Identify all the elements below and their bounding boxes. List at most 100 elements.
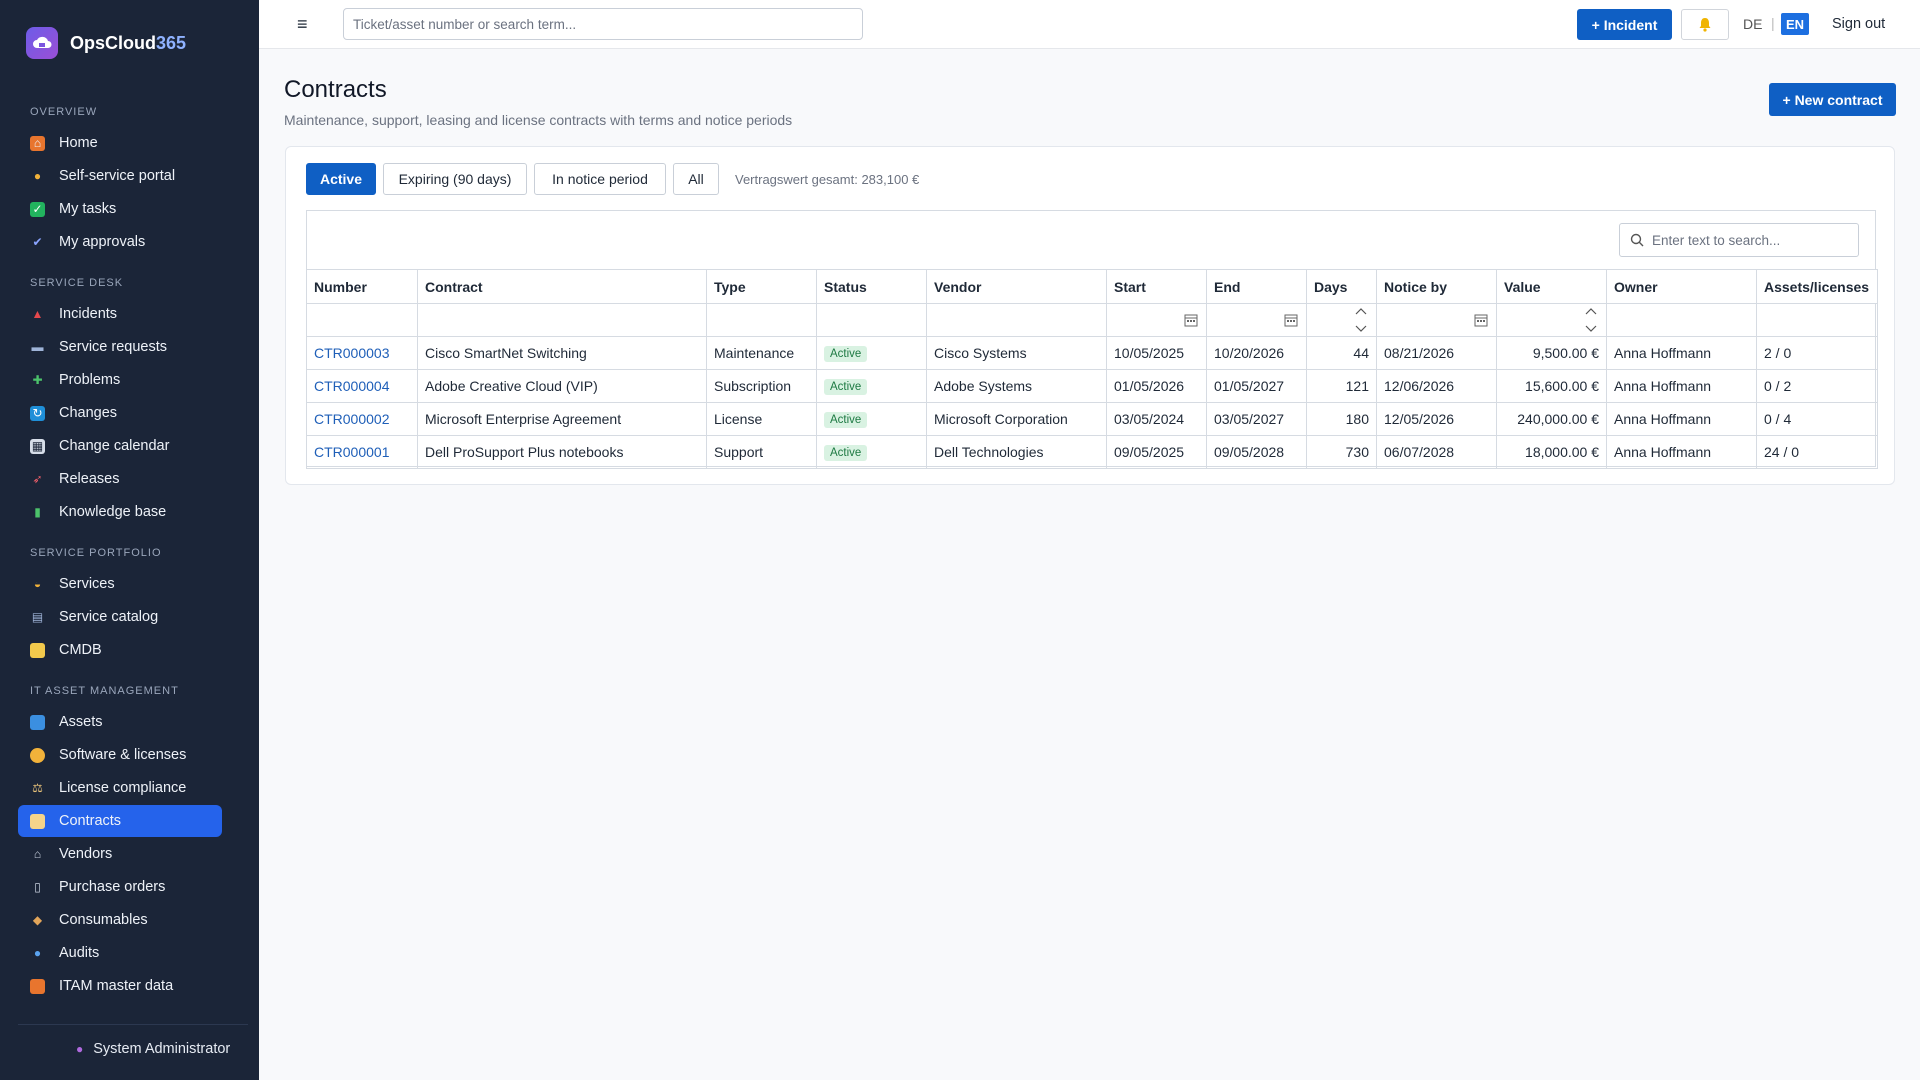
column-header-days[interactable]: Days xyxy=(1306,269,1377,304)
contract-name: Microsoft Enterprise Agreement xyxy=(417,402,707,436)
table-row[interactable]: CTR000002 Microsoft Enterprise Agreement… xyxy=(306,402,1878,436)
column-header-type[interactable]: Type xyxy=(706,269,817,304)
sidebar-item-purchase-orders[interactable]: ▯ Purchase orders xyxy=(18,871,222,903)
contract-value: 240,000.00 € xyxy=(1496,402,1607,436)
sidebar-item-home[interactable]: ⌂ Home xyxy=(18,127,222,159)
column-header-value[interactable]: Value xyxy=(1496,269,1607,304)
column-header-notice-by[interactable]: Notice by xyxy=(1376,269,1497,304)
sidebar-item-vendors[interactable]: ⌂ Vendors xyxy=(18,838,222,870)
status-badge: Active xyxy=(824,445,868,461)
contract-number-link[interactable]: CTR000003 xyxy=(314,345,390,361)
new-incident-button[interactable]: + Incident xyxy=(1577,9,1672,40)
column-header-start[interactable]: Start xyxy=(1106,269,1207,304)
contracts-card: Active Expiring (90 days) In notice peri… xyxy=(285,146,1895,485)
spinner-arrows-icon[interactable] xyxy=(1584,306,1598,334)
sign-out-link[interactable]: Sign out xyxy=(1832,16,1885,32)
start-date: 10/05/2025 xyxy=(1106,336,1207,370)
topbar: ≡ + Incident DE | EN Sign out xyxy=(259,0,1920,49)
table-row[interactable]: CTR000001 Dell ProSupport Plus notebooks… xyxy=(306,435,1878,469)
column-header-contract[interactable]: Contract xyxy=(417,269,707,304)
table-row[interactable]: CTR000004 Adobe Creative Cloud (VIP) Sub… xyxy=(306,369,1878,403)
puzzle-icon: ✚ xyxy=(32,373,43,387)
sidebar-item-service-requests[interactable]: ▬ Service requests xyxy=(18,331,222,363)
filter-notice-period-button[interactable]: In notice period xyxy=(534,163,666,195)
grid-search-input[interactable] xyxy=(1652,232,1842,248)
sidebar-item-cmdb[interactable]: CMDB xyxy=(18,634,222,666)
vendor-name: Microsoft Corporation xyxy=(926,402,1107,436)
rocket-icon: ➶ xyxy=(32,472,43,486)
filter-cell-notice-by[interactable] xyxy=(1376,303,1497,337)
books-icon: ▮ xyxy=(34,505,41,519)
sidebar-item-releases[interactable]: ➶ Releases xyxy=(18,463,222,495)
start-date: 03/05/2024 xyxy=(1106,402,1207,436)
column-header-status[interactable]: Status xyxy=(816,269,927,304)
filter-cell-vendor[interactable] xyxy=(926,303,1107,337)
sidebar-item-knowledge-base[interactable]: ▮ Knowledge base xyxy=(18,496,222,528)
sidebar-item-incidents[interactable]: ▲ Incidents xyxy=(18,298,222,330)
sidebar-item-services[interactable]: ◒ Services xyxy=(18,568,222,600)
language-de-button[interactable]: DE xyxy=(1743,16,1762,32)
sidebar-item-problems[interactable]: ✚ Problems xyxy=(18,364,222,396)
filter-cell-start[interactable] xyxy=(1106,303,1207,337)
contract-number-link[interactable]: CTR000001 xyxy=(314,444,390,460)
column-header-number[interactable]: Number xyxy=(306,269,418,304)
filter-cell-owner[interactable] xyxy=(1606,303,1757,337)
column-header-owner[interactable]: Owner xyxy=(1606,269,1757,304)
notice-by-date: 12/05/2026 xyxy=(1376,402,1497,436)
calendar-icon[interactable] xyxy=(1284,313,1298,327)
filter-cell-number[interactable] xyxy=(306,303,418,337)
refresh-icon: ↻ xyxy=(30,405,45,421)
magnifier-icon: ● xyxy=(33,946,42,960)
sidebar-item-software-licenses[interactable]: Software & licenses xyxy=(18,739,222,771)
table-row[interactable]: CTR000003 Cisco SmartNet Switching Maint… xyxy=(306,336,1878,370)
user-name: System Administrator xyxy=(93,1041,231,1057)
menu-icon[interactable]: ≡ xyxy=(297,14,308,35)
filter-cell-end[interactable] xyxy=(1206,303,1307,337)
contract-number-link[interactable]: CTR000002 xyxy=(314,411,390,427)
sidebar-item-my-approvals[interactable]: ✔ My approvals xyxy=(18,226,222,258)
sidebar-item-consumables[interactable]: ◆ Consumables xyxy=(18,904,222,936)
filter-all-button[interactable]: All xyxy=(673,163,719,195)
contract-number-link[interactable]: CTR000004 xyxy=(314,378,390,394)
calendar-icon[interactable] xyxy=(1474,313,1488,327)
filter-cell-contract[interactable] xyxy=(417,303,707,337)
laptop-icon xyxy=(30,714,45,730)
column-header-assets-licenses[interactable]: Assets/licenses xyxy=(1756,269,1878,304)
sidebar-item-contracts[interactable]: Contracts xyxy=(18,805,222,837)
contract-value: 15,600.00 € xyxy=(1496,369,1607,403)
filter-cell-type[interactable] xyxy=(706,303,817,337)
column-header-vendor[interactable]: Vendor xyxy=(926,269,1107,304)
sidebar-item-self-service-portal[interactable]: ● Self-service portal xyxy=(18,160,222,192)
filter-cell-assets[interactable] xyxy=(1756,303,1878,337)
filter-cell-days[interactable] xyxy=(1306,303,1377,337)
column-header-end[interactable]: End xyxy=(1206,269,1307,304)
language-en-button[interactable]: EN xyxy=(1781,13,1809,35)
sidebar-item-my-tasks[interactable]: ✓ My tasks xyxy=(18,193,222,225)
sidebar-item-service-catalog[interactable]: ▤ Service catalog xyxy=(18,601,222,633)
vendor-name: Cisco Systems xyxy=(926,336,1107,370)
filter-expiring-button[interactable]: Expiring (90 days) xyxy=(383,163,527,195)
sidebar-item-audits[interactable]: ● Audits xyxy=(18,937,222,969)
days-remaining: 121 xyxy=(1306,369,1377,403)
brand[interactable]: OpsCloud365 xyxy=(26,26,186,60)
sidebar-item-assets[interactable]: Assets xyxy=(18,706,222,738)
nav-section-overview: OVERVIEW xyxy=(30,106,98,118)
global-search-input[interactable] xyxy=(343,8,863,40)
days-remaining: 44 xyxy=(1306,336,1377,370)
checkbox-icon: ✓ xyxy=(30,201,45,217)
sidebar-item-changes[interactable]: ↻ Changes xyxy=(18,397,222,429)
document-icon xyxy=(30,813,45,829)
filter-active-button[interactable]: Active xyxy=(306,163,376,195)
receipt-icon: ▯ xyxy=(34,880,41,894)
grid-search-box[interactable] xyxy=(1619,223,1859,257)
user-profile[interactable]: ● System Administrator xyxy=(18,1024,248,1057)
filter-cell-value[interactable] xyxy=(1496,303,1607,337)
new-contract-button[interactable]: + New contract xyxy=(1769,83,1896,116)
sidebar-item-license-compliance[interactable]: ⚖ License compliance xyxy=(18,772,222,804)
notifications-button[interactable] xyxy=(1681,9,1729,40)
filter-cell-status[interactable] xyxy=(816,303,927,337)
sidebar-item-change-calendar[interactable]: ▦ Change calendar xyxy=(18,430,222,462)
calendar-icon[interactable] xyxy=(1184,313,1198,327)
spinner-arrows-icon[interactable] xyxy=(1354,306,1368,334)
sidebar-item-itam-master-data[interactable]: ITAM master data xyxy=(18,970,222,1002)
